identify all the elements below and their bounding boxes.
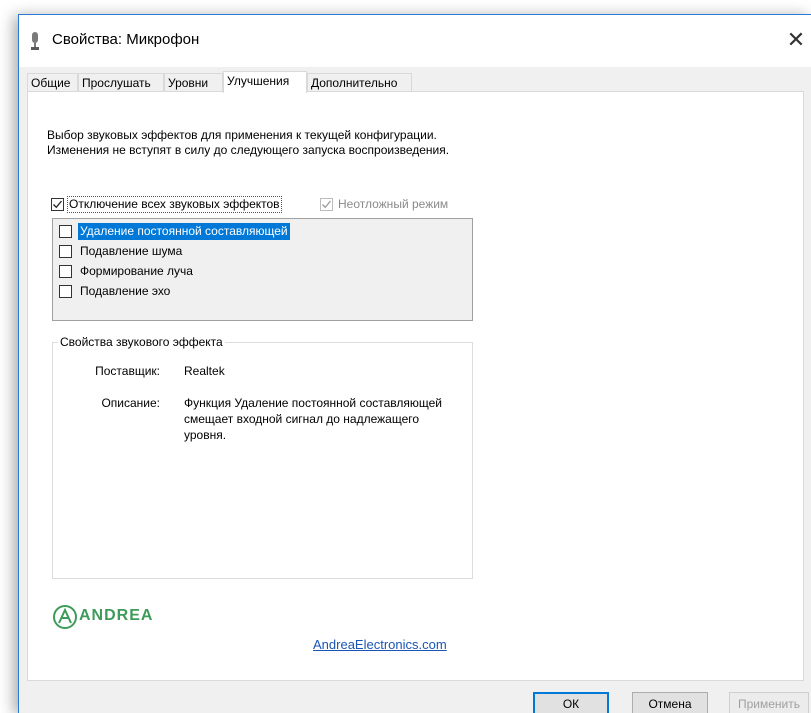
tab-listen[interactable]: Прослушать [78,73,164,91]
enhancements-panel: Выбор звуковых эффектов для применения к… [27,91,804,681]
effect-checkbox[interactable] [59,265,72,278]
andrea-website-link[interactable]: AndreaElectronics.com [313,637,447,652]
tab-enhancements[interactable]: Улучшения [223,71,307,93]
effect-properties-group: Свойства звукового эффекта Поставщик: Re… [52,335,473,579]
andrea-logo-text: ANDREA [79,607,154,624]
effect-label: Формирование луча [80,264,193,278]
tab-advanced[interactable]: Дополнительно [307,73,412,91]
microphone-icon [31,32,39,50]
apply-button: Применить [729,692,809,713]
window-title: Свойства: Микрофон [52,31,200,48]
title-bar: Свойства: Микрофон ✕ [19,15,811,67]
andrea-logo-icon [53,605,77,629]
checkmark-icon [53,200,63,209]
tab-general[interactable]: Общие [27,73,78,91]
enhancements-description: Выбор звуковых эффектов для применения к… [47,128,450,157]
effect-label: Подавление эхо [80,284,171,298]
immediate-mode-checkbox [320,198,333,211]
provider-label: Поставщик: [95,364,160,378]
effect-checkbox[interactable] [59,285,72,298]
ok-button[interactable]: ОК [533,692,609,713]
tab-levels[interactable]: Уровни [164,73,223,91]
effect-properties-title: Свойства звукового эффекта [58,335,225,349]
description-value: Функция Удаление постоянной составляющей… [184,396,443,442]
dialog-window: Свойства: Микрофон ✕ Общие Прослушать Ур… [18,14,811,713]
effect-label: Удаление постоянной составляющей [78,223,290,240]
close-button[interactable]: ✕ [781,25,811,55]
description-label: Описание: [101,396,160,410]
provider-value: Realtek [184,364,225,378]
checkmark-icon [322,200,332,209]
effects-list[interactable]: Удаление постоянной составляющей Подавле… [52,218,473,321]
immediate-mode-label: Неотложный режим [338,197,449,211]
cancel-button[interactable]: Отмена [632,692,708,713]
disable-all-effects-checkbox[interactable] [51,198,64,211]
effect-checkbox[interactable] [59,245,72,258]
effect-checkbox[interactable] [59,225,72,238]
disable-all-effects-label: Отключение всех звуковых эффектов [67,196,282,213]
effect-label: Подавление шума [80,244,183,258]
